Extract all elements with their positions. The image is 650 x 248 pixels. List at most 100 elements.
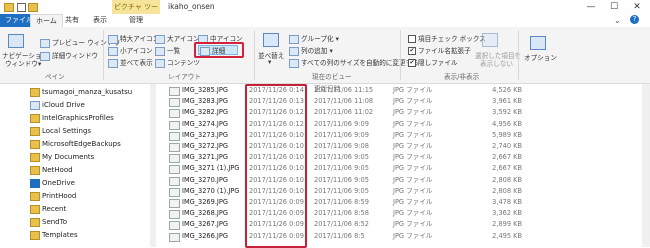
group-by-icon [289,34,299,44]
layout-list[interactable]: 一覧 [155,45,180,56]
divider [518,30,519,80]
checkbox[interactable] [408,35,416,43]
file-name: IMG_3266.JPG [182,231,228,240]
divider [254,30,255,80]
small-icons-icon [108,46,118,56]
table-row[interactable]: IMG_3270.JPG 2017/11/26 0:10 2017/11/06 9:… [160,175,640,186]
table-row[interactable]: IMG_3271 (1).JPG 2017/11/26 0:10 2017/11/0… [160,163,640,175]
table-row[interactable]: IMG_3269.JPG 2017/11/26 0:09 2017/11/06 8:… [160,197,640,208]
add-column-icon [289,46,299,56]
file-extension-toggle[interactable]: ✔ ファイル名拡張子 [408,45,471,55]
tab-view[interactable]: 表示 [88,14,112,27]
tab-manage[interactable]: 管理 [124,14,148,27]
details-pane-button[interactable]: 詳細ウィンドウ [40,50,98,61]
maximize-button[interactable]: ☐ [603,0,625,14]
folder-icon [30,113,40,123]
nav-item-label: SendTo [42,218,67,226]
table-row[interactable]: IMG_3283.JPG 2017/11/26 0:13 2017/11/06 11… [160,96,640,108]
file-size: 2,667 KB [492,153,522,162]
onedrive-icon [30,178,40,188]
nav-item[interactable]: Local Settings [30,126,91,137]
file-name: IMG_3274.JPG [182,119,228,128]
file-type: JPG ファイル [393,153,433,162]
group-by-button[interactable]: グループ化 ▾ [289,33,339,44]
table-row[interactable]: IMG_3267.JPG 2017/11/26 0:09 2017/11/06 8:… [160,219,640,231]
file-modified: 2017/11/06 9:05 [314,186,369,195]
help-icon[interactable]: ? [630,15,639,24]
properties-icon[interactable] [17,3,26,12]
layout-tiles[interactable]: 並べて表示 [108,57,153,68]
file-name: IMG_3270 (1).JPG [182,186,240,195]
folder-icon [30,87,40,97]
nav-item[interactable]: My Documents [30,152,94,163]
nav-scrollbar[interactable] [150,84,156,247]
nav-item[interactable]: Templates [30,230,78,241]
table-row[interactable]: IMG_3282.JPG 2017/11/26 0:12 2017/11/06 11… [160,107,640,119]
nav-item-label: MicrosoftEdgeBackups [42,140,121,148]
file-size: 2,808 KB [492,186,522,195]
file-type: JPG ファイル [393,186,433,195]
table-row[interactable]: IMG_3266.JPG 2017/11/26 0:09 2017/11/06 8:… [160,231,640,242]
file-name: IMG_3268.JPG [182,209,228,218]
file-name: IMG_3270.JPG [182,175,228,184]
nav-item[interactable]: PrintHood [30,191,76,202]
file-modified: 2017/11/06 9:05 [314,153,369,162]
nav-item[interactable]: OneDrive [30,178,75,189]
sort-icon[interactable] [263,33,279,47]
table-row[interactable]: IMG_3268.JPG 2017/11/26 0:09 2017/11/06 8:… [160,208,640,220]
file-extension-label: ファイル名拡張子 [418,47,471,55]
nav-item[interactable]: IntelGraphicsProfiles [30,113,114,124]
nav-item-label: OneDrive [42,179,75,187]
tab-home[interactable]: ホーム [30,14,63,28]
nav-item[interactable]: MicrosoftEdgeBackups [30,139,121,150]
table-row[interactable]: IMG_3285.JPG 2017/11/26 0:14 2017/11/06 11… [160,85,640,96]
file-type: JPG ファイル [393,119,433,128]
hide-selected-button-line2: 表示しない [480,60,513,68]
add-column-button[interactable]: 列の追加 ▾ [289,45,333,56]
chevron-down-icon[interactable]: ⌄ [614,16,621,25]
nav-item[interactable]: NetHood [30,165,73,176]
item-checkbox-toggle[interactable]: 項目チェック ボックス [408,33,486,43]
layout-content[interactable]: コンテンツ [155,57,200,68]
file-list-scrollbar[interactable] [642,84,650,247]
navigation-pane-icon[interactable] [8,34,24,48]
new-folder-icon[interactable] [28,3,38,12]
navigation-pane-dropdown[interactable]: ウィンドウ▾ [5,58,41,68]
nav-item[interactable]: SendTo [30,217,67,228]
nav-item[interactable]: Recent [30,204,66,215]
preview-pane-icon [40,38,50,48]
details-pane-icon [40,51,50,61]
checkbox-checked[interactable]: ✔ [408,47,416,55]
options-button[interactable]: オプション [524,52,557,62]
options-icon[interactable] [530,36,546,50]
hidden-files-toggle[interactable]: ✔ 隠しファイル [408,57,458,67]
file-type: JPG ファイル [393,198,433,206]
fit-columns-icon [289,58,299,68]
nav-item[interactable]: iCloud Drive [30,100,85,111]
table-row[interactable]: IMG_3273.JPG 2017/11/26 0:10 2017/11/06 9:… [160,130,640,141]
fit-columns-label: すべての列のサイズを自動的に変更する [301,59,419,67]
folder-icon [30,165,40,175]
file-size: 3,478 KB [492,198,522,206]
close-button[interactable]: ✕ [626,0,648,14]
tiles-icon [108,58,118,68]
details-highlight-box [194,42,244,58]
picture-tools-tab: ピクチャ ツール [112,0,160,25]
image-file-icon [169,154,180,164]
layout-extra-large-icons[interactable]: 特大アイコン [108,33,159,44]
table-row[interactable]: IMG_3271.JPG 2017/11/26 0:10 2017/11/06 9:… [160,152,640,164]
minimize-button[interactable]: — [580,0,602,14]
table-row[interactable]: IMG_3272.JPG 2017/11/26 0:10 2017/11/06 9:… [160,141,640,152]
table-row[interactable]: IMG_3270 (1).JPG 2017/11/26 0:10 2017/11/0… [160,186,640,197]
divider [103,30,104,80]
checkbox-checked[interactable]: ✔ [408,59,416,67]
layout-large-icons[interactable]: 大アイコン [155,33,200,44]
file-size: 2,667 KB [492,164,522,173]
file-modified: 2017/11/06 8:52 [314,220,369,229]
list-icon [155,46,165,56]
sort-dropdown[interactable]: ▾ [268,58,271,66]
table-row[interactable]: IMG_3274.JPG 2017/11/26 0:12 2017/11/06 9:… [160,119,640,130]
nav-item[interactable]: tsumagoi_manza_kusatsu [30,87,132,98]
tab-share[interactable]: 共有 [60,14,84,27]
layout-small-icons[interactable]: 小アイコン [108,45,153,56]
